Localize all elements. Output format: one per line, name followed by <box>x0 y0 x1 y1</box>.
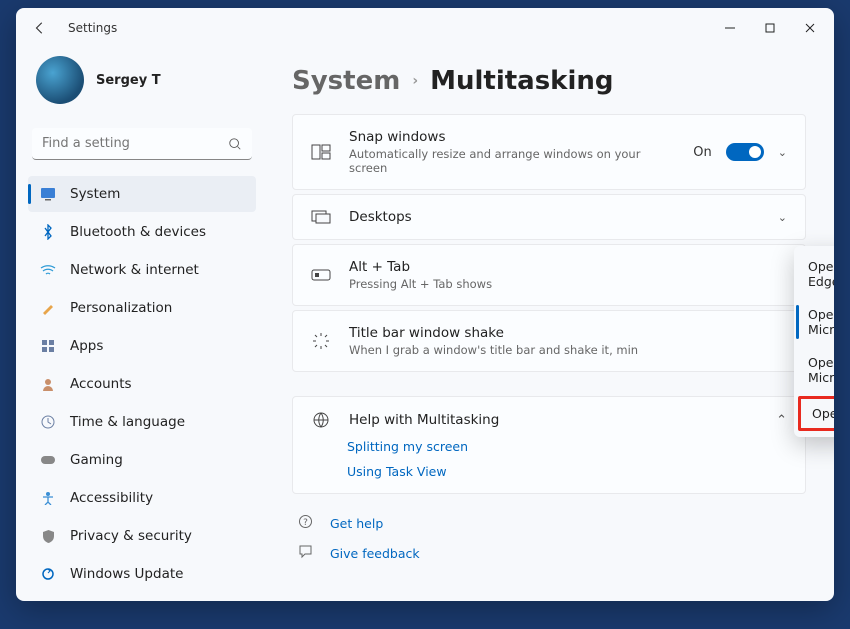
maximize-icon <box>765 23 775 33</box>
nav-label: Gaming <box>70 452 123 468</box>
window-controls <box>710 12 830 44</box>
nav-label: Network & internet <box>70 262 199 278</box>
search-field <box>32 128 252 160</box>
display-icon <box>40 186 56 202</box>
row-title: Title bar window shake <box>349 325 787 341</box>
row-snap-windows[interactable]: Snap windows Automatically resize and ar… <box>292 114 806 190</box>
nav-accessibility[interactable]: Accessibility <box>28 480 256 516</box>
toggle-state-label: On <box>693 145 711 160</box>
alt-tab-icon <box>311 269 331 281</box>
get-help-link[interactable]: ? Get help <box>292 508 806 538</box>
nav-label: Windows Update <box>70 566 183 582</box>
link-label: Get help <box>330 516 383 531</box>
search-icon <box>228 136 242 155</box>
brush-icon <box>40 300 56 316</box>
row-title-bar-shake[interactable]: Title bar window shake When I grab a win… <box>292 310 806 372</box>
gamepad-icon <box>40 452 56 468</box>
chevron-down-icon[interactable]: ⌄ <box>778 146 787 159</box>
nav-label: Apps <box>70 338 103 354</box>
row-title: Snap windows <box>349 129 675 145</box>
row-subtitle: Automatically resize and arrange windows… <box>349 147 675 175</box>
nav-bluetooth[interactable]: Bluetooth & devices <box>28 214 256 250</box>
user-name: Sergey T <box>96 73 161 88</box>
dropdown-option[interactable]: Open windows and 3 most recent tabs in M… <box>794 346 834 394</box>
svg-text:?: ? <box>303 518 308 528</box>
help-card: Help with Multitasking ⌃ Splitting my sc… <box>292 396 806 494</box>
nav-list: System Bluetooth & devices Network & int… <box>28 176 256 592</box>
chevron-up-icon[interactable]: ⌃ <box>776 413 787 428</box>
dropdown-option-selected[interactable]: Open windows and 5 most recent tabs in M… <box>794 298 834 346</box>
breadcrumb-parent[interactable]: System <box>292 66 400 96</box>
alt-tab-dropdown: Open windows and all tabs in Microsoft E… <box>794 246 834 437</box>
nav-update[interactable]: Windows Update <box>28 556 256 592</box>
row-subtitle: Pressing Alt + Tab shows <box>349 277 787 291</box>
titlebar: Settings <box>16 8 834 48</box>
breadcrumb: System › Multitasking <box>292 66 806 96</box>
bluetooth-icon <box>40 224 56 240</box>
close-icon <box>805 23 815 33</box>
minimize-icon <box>725 23 735 33</box>
shield-icon <box>40 528 56 544</box>
nav-label: Accessibility <box>70 490 153 506</box>
accessibility-icon <box>40 490 56 506</box>
row-title: Desktops <box>349 209 760 225</box>
search-input[interactable] <box>32 128 252 160</box>
row-alt-tab[interactable]: Alt + Tab Pressing Alt + Tab shows <box>292 244 806 306</box>
nav-label: Personalization <box>70 300 172 316</box>
row-subtitle: When I grab a window's title bar and sha… <box>349 343 787 357</box>
arrow-left-icon <box>33 21 47 35</box>
content-area: System › Multitasking Snap windows Autom… <box>264 48 834 601</box>
help-link-taskview[interactable]: Using Task View <box>347 464 787 479</box>
person-icon <box>40 376 56 392</box>
avatar <box>36 56 84 104</box>
nav-accounts[interactable]: Accounts <box>28 366 256 402</box>
back-button[interactable] <box>28 16 52 40</box>
snap-icon <box>311 144 331 160</box>
shake-icon <box>311 332 331 350</box>
clock-icon <box>40 414 56 430</box>
minimize-button[interactable] <box>710 12 750 44</box>
desktops-icon <box>311 210 331 224</box>
nav-gaming[interactable]: Gaming <box>28 442 256 478</box>
row-desktops[interactable]: Desktops ⌄ <box>292 194 806 240</box>
link-label: Give feedback <box>330 546 420 561</box>
nav-label: System <box>70 186 120 202</box>
window-title: Settings <box>68 21 117 35</box>
nav-privacy[interactable]: Privacy & security <box>28 518 256 554</box>
settings-window: Settings Sergey T System Bluetooth & dev… <box>16 8 834 601</box>
nav-label: Accounts <box>70 376 132 392</box>
help-icon: ? <box>298 514 316 532</box>
wifi-icon <box>40 262 56 278</box>
sidebar: Sergey T System Bluetooth & devices Netw… <box>16 48 264 601</box>
maximize-button[interactable] <box>750 12 790 44</box>
chevron-down-icon[interactable]: ⌄ <box>778 211 787 224</box>
apps-icon <box>40 338 56 354</box>
chevron-right-icon: › <box>412 73 418 89</box>
give-feedback-link[interactable]: Give feedback <box>292 538 806 568</box>
nav-system[interactable]: System <box>28 176 256 212</box>
nav-personalization[interactable]: Personalization <box>28 290 256 326</box>
help-title: Help with Multitasking <box>349 412 499 428</box>
update-icon <box>40 566 56 582</box>
user-block[interactable]: Sergey T <box>28 48 256 120</box>
close-button[interactable] <box>790 12 830 44</box>
row-title: Alt + Tab <box>349 259 787 275</box>
nav-apps[interactable]: Apps <box>28 328 256 364</box>
globe-icon <box>311 411 331 429</box>
nav-label: Bluetooth & devices <box>70 224 206 240</box>
dropdown-option-highlighted[interactable]: Open windows only <box>798 396 834 431</box>
feedback-icon <box>298 544 316 562</box>
snap-toggle[interactable] <box>726 143 764 161</box>
nav-label: Time & language <box>70 414 185 430</box>
dropdown-option[interactable]: Open windows and all tabs in Microsoft E… <box>794 250 834 298</box>
nav-time[interactable]: Time & language <box>28 404 256 440</box>
nav-network[interactable]: Network & internet <box>28 252 256 288</box>
page-title: Multitasking <box>430 66 613 96</box>
help-link-split[interactable]: Splitting my screen <box>347 439 787 454</box>
nav-label: Privacy & security <box>70 528 192 544</box>
